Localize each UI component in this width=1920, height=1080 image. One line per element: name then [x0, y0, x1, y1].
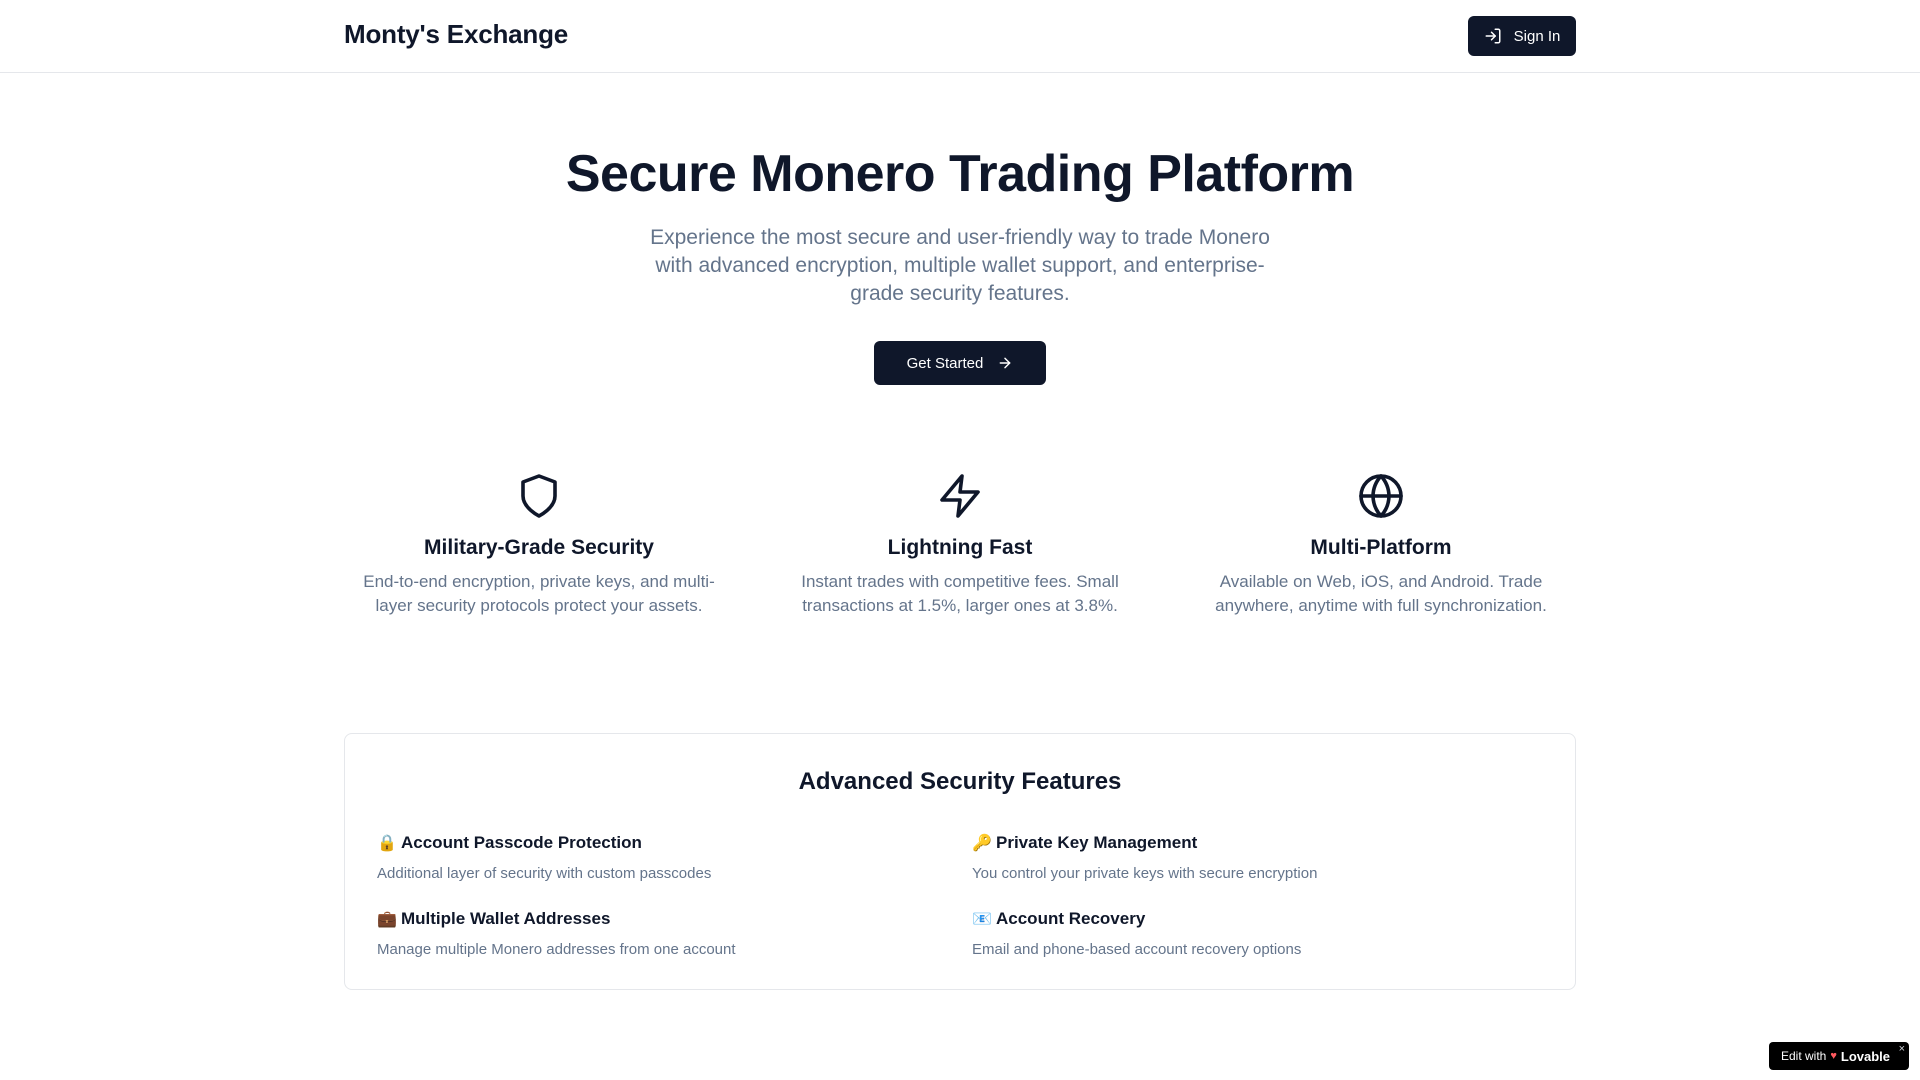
key-icon: 🔑 [972, 835, 992, 852]
get-started-button[interactable]: Get Started [874, 341, 1046, 385]
edit-with-lovable-badge[interactable]: Edit with ♥ Lovable × [1769, 1042, 1909, 1070]
hero-subtitle: Experience the most secure and user-frie… [650, 226, 1270, 305]
close-icon[interactable]: × [1899, 1043, 1905, 1055]
feature-title: Military-Grade Security [424, 536, 654, 559]
feature-description: End-to-end encryption, private keys, and… [363, 572, 715, 615]
log-in-icon [1485, 28, 1501, 44]
security-item-wallets: 💼 Multiple Wallet Addresses Manage multi… [377, 909, 937, 958]
feature-platform: Multi-Platform Available on Web, iOS, an… [1201, 472, 1561, 618]
security-item-title: Multiple Wallet Addresses [401, 909, 611, 928]
hero-title: Secure Monero Trading Platform [565, 145, 1355, 203]
feature-security: Military-Grade Security End-to-end encry… [359, 472, 719, 618]
heart-icon: ♥ [1830, 1050, 1837, 1062]
security-item-recovery: 📧 Account Recovery Email and phone-based… [972, 909, 1532, 958]
feature-title: Multi-Platform [1310, 536, 1452, 559]
security-item-title: Account Recovery [996, 909, 1146, 928]
security-item-description: Email and phone-based account recovery o… [972, 941, 1302, 958]
security-item-description: You control your private keys with secur… [972, 865, 1318, 882]
sign-in-button[interactable]: Sign In [1468, 16, 1576, 56]
feature-speed: Lightning Fast Instant trades with compe… [780, 472, 1140, 618]
sign-in-label: Sign In [1513, 27, 1561, 45]
lightning-icon [940, 474, 980, 518]
shield-icon [521, 474, 557, 518]
top-nav-bar: Monty's Exchange Sign In [0, 0, 1920, 73]
security-item-passcode: 🔒 Account Passcode Protection Additional… [377, 833, 937, 882]
feature-description: Instant trades with competitive fees. Sm… [801, 572, 1119, 615]
badge-prefix: Edit with [1781, 1049, 1827, 1063]
email-icon: 📧 [972, 911, 992, 928]
security-features-card: Advanced Security Features 🔒 Account Pas… [344, 733, 1576, 990]
globe-icon [1359, 474, 1403, 518]
brand-logo[interactable]: Monty's Exchange [344, 19, 568, 50]
lock-icon: 🔒 [377, 835, 397, 852]
security-item-title: Private Key Management [996, 833, 1198, 852]
security-features-title: Advanced Security Features [798, 768, 1122, 795]
feature-description: Available on Web, iOS, and Android. Trad… [1215, 572, 1547, 615]
security-item-private-key: 🔑 Private Key Management You control you… [972, 833, 1532, 882]
arrow-right-icon [999, 357, 1011, 369]
briefcase-icon: 💼 [377, 911, 397, 928]
security-item-description: Manage multiple Monero addresses from on… [377, 941, 736, 958]
security-item-description: Additional layer of security with custom… [377, 865, 712, 882]
security-item-title: Account Passcode Protection [401, 833, 642, 852]
get-started-label: Get Started [906, 354, 984, 372]
lovable-logo: Lovable [1840, 1048, 1891, 1064]
feature-title: Lightning Fast [887, 536, 1033, 559]
